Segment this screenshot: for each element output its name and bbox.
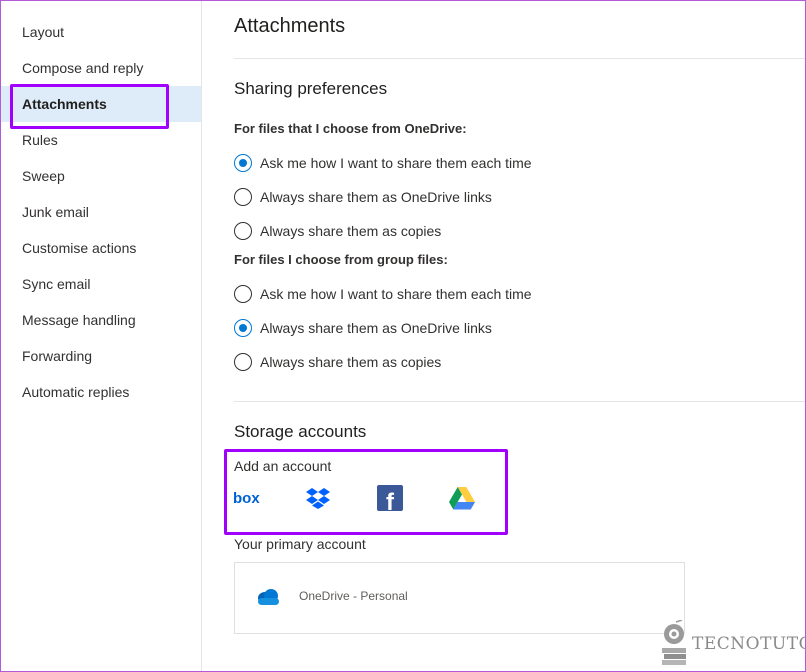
watermark-logo-icon: [662, 620, 686, 665]
sidebar-item-forwarding[interactable]: Forwarding: [1, 338, 201, 374]
page-title: Attachments: [234, 15, 346, 37]
radio-button-checked[interactable]: [234, 154, 252, 172]
sidebar-item-customise-actions[interactable]: Customise actions: [1, 230, 201, 266]
group-files-label: For files I choose from group files:: [234, 252, 448, 267]
radio-button-checked[interactable]: [234, 319, 252, 337]
watermark: TECNOTUTO: [660, 620, 806, 668]
radio-label: Always share them as OneDrive links: [260, 189, 492, 205]
sidebar-item-message-handling[interactable]: Message handling: [1, 302, 201, 338]
sidebar-item-sweep[interactable]: Sweep: [1, 158, 201, 194]
radio-button[interactable]: [234, 188, 252, 206]
primary-account-name: OneDrive - Personal: [299, 589, 408, 603]
radio-button[interactable]: [234, 222, 252, 240]
group-option-links[interactable]: Always share them as OneDrive links: [234, 316, 492, 340]
radio-label: Always share them as copies: [260, 223, 442, 239]
onedrive-files-label: For files that I choose from OneDrive:: [234, 121, 467, 136]
radio-button[interactable]: [234, 353, 252, 371]
primary-account-label: Your primary account: [234, 536, 366, 552]
divider: [234, 58, 805, 59]
onedrive-option-copies[interactable]: Always share them as copies: [234, 219, 441, 243]
divider: [234, 401, 805, 402]
watermark-text: TECNOTUTO: [692, 634, 806, 654]
sidebar-item-compose-and-reply[interactable]: Compose and reply: [1, 50, 201, 86]
sidebar-item-automatic-replies[interactable]: Automatic replies: [1, 374, 201, 410]
storage-accounts-heading: Storage accounts: [234, 422, 367, 441]
attachments-settings-panel: Attachments Sharing preferences For file…: [202, 1, 805, 671]
sidebar-item-sync-email[interactable]: Sync email: [1, 266, 201, 302]
group-option-ask[interactable]: Ask me how I want to share them each tim…: [234, 282, 532, 306]
radio-label: Ask me how I want to share them each tim…: [260, 286, 532, 302]
radio-label: Always share them as copies: [260, 354, 442, 370]
attachments-highlight-box: [10, 84, 169, 129]
sharing-preferences-heading: Sharing preferences: [234, 79, 388, 98]
sidebar-item-junk-email[interactable]: Junk email: [1, 194, 201, 230]
radio-button[interactable]: [234, 285, 252, 303]
sidebar-item-layout[interactable]: Layout: [1, 14, 201, 50]
onedrive-option-ask[interactable]: Ask me how I want to share them each tim…: [234, 151, 532, 175]
primary-account-card[interactable]: OneDrive - Personal: [234, 562, 685, 634]
radio-label: Ask me how I want to share them each tim…: [260, 155, 532, 171]
add-account-highlight-box: [224, 449, 508, 535]
onedrive-option-links[interactable]: Always share them as OneDrive links: [234, 185, 492, 209]
radio-label: Always share them as OneDrive links: [260, 320, 492, 336]
group-option-copies[interactable]: Always share them as copies: [234, 350, 441, 374]
onedrive-icon: [258, 589, 279, 605]
